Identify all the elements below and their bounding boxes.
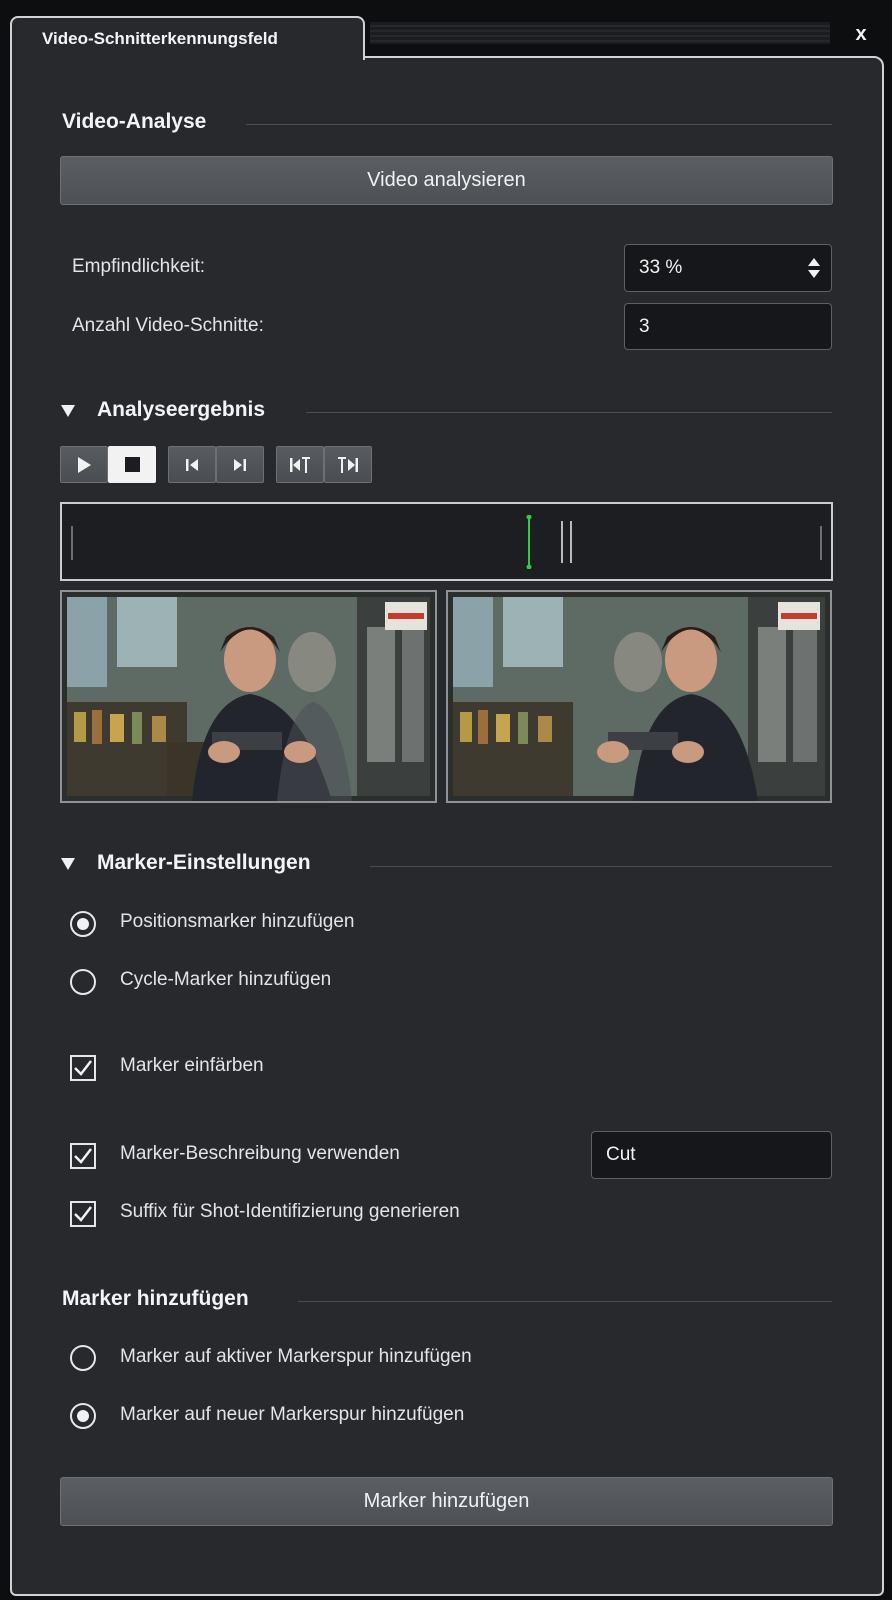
analyze-video-button[interactable]: Video analysieren [60,156,833,205]
divider [306,412,832,413]
shot-suffix-checkbox[interactable] [70,1201,96,1227]
cut-count-value: 3 [639,316,650,337]
checkmark-icon [74,1206,92,1222]
stop-icon [124,457,140,472]
play-button[interactable] [60,446,108,483]
stop-button[interactable] [108,446,156,483]
divider [298,1301,832,1302]
collapse-triangle-icon[interactable] [61,405,75,417]
marker-description-checkbox[interactable] [70,1143,96,1169]
sensitivity-spinbox[interactable]: 33 % [624,244,832,292]
playhead[interactable] [526,515,532,569]
checkmark-icon [74,1148,92,1164]
previous-cut-button[interactable] [168,446,216,483]
collapse-triangle-icon[interactable] [61,858,75,870]
radio-active-marker-track[interactable] [70,1345,96,1371]
previous-icon [186,458,198,471]
go-to-cut-left-icon [290,456,310,473]
playhead-icon [526,515,532,569]
position-marker-label[interactable]: Positionsmarker hinzufügen [120,911,354,933]
timeline-start-marker [71,526,73,560]
tab-video-cut-detection[interactable]: Video-Schnitterkennungsfeld [10,16,365,60]
shot-suffix-label[interactable]: Suffix für Shot-Identifizierung generier… [120,1201,460,1223]
timeline-end-marker [820,526,822,560]
section-header-marker-settings: Marker-Einstellungen [97,851,311,874]
go-to-cut-left-button[interactable] [276,446,324,483]
frame-before-cut [60,590,437,803]
radio-new-marker-track[interactable] [70,1403,96,1429]
radio-position-marker[interactable] [70,911,96,937]
frame-after-cut [446,590,832,803]
cut-marker[interactable] [570,521,572,563]
section-header-analysis-result: Analyseergebnis [97,398,266,421]
color-markers-checkbox[interactable] [70,1055,96,1081]
next-icon [234,458,246,471]
frame-after-cut-image [448,592,830,801]
cut-count-label: Anzahl Video-Schnitte: [72,315,264,336]
radio-selected-dot [77,1410,89,1422]
active-marker-track-label[interactable]: Marker auf aktiver Markerspur hinzufügen [120,1346,472,1368]
cut-timeline[interactable] [60,502,833,581]
sensitivity-label: Empfindlichkeit: [72,256,206,277]
close-button[interactable]: x [846,20,876,48]
marker-description-input[interactable]: Cut [591,1131,832,1179]
add-markers-button[interactable]: Marker hinzufügen [60,1477,833,1526]
cycle-marker-label[interactable]: Cycle-Marker hinzufügen [120,969,331,991]
next-cut-button[interactable] [216,446,264,483]
tab-strip [370,22,830,44]
go-to-cut-right-button[interactable] [324,446,372,483]
divider [370,866,832,867]
tab-title: Video-Schnitterkennungsfeld [42,29,278,48]
checkmark-icon [74,1060,92,1076]
cut-count-field: 3 [624,303,832,350]
spin-arrows-icon[interactable] [807,256,821,280]
new-marker-track-label[interactable]: Marker auf neuer Markerspur hinzufügen [120,1404,464,1426]
divider [246,124,832,125]
go-to-cut-right-icon [338,456,358,473]
sensitivity-value: 33 % [639,257,683,278]
cut-marker[interactable] [561,521,563,563]
section-header-add-markers: Marker hinzufügen [62,1287,249,1310]
marker-description-label[interactable]: Marker-Beschreibung verwenden [120,1143,400,1165]
section-header-video-analysis: Video-Analyse [62,110,207,133]
radio-selected-dot [77,918,89,930]
frame-before-cut-image [62,592,435,801]
marker-description-value: Cut [606,1144,636,1165]
radio-cycle-marker[interactable] [70,969,96,995]
color-markers-label[interactable]: Marker einfärben [120,1055,264,1077]
play-icon [78,456,91,473]
